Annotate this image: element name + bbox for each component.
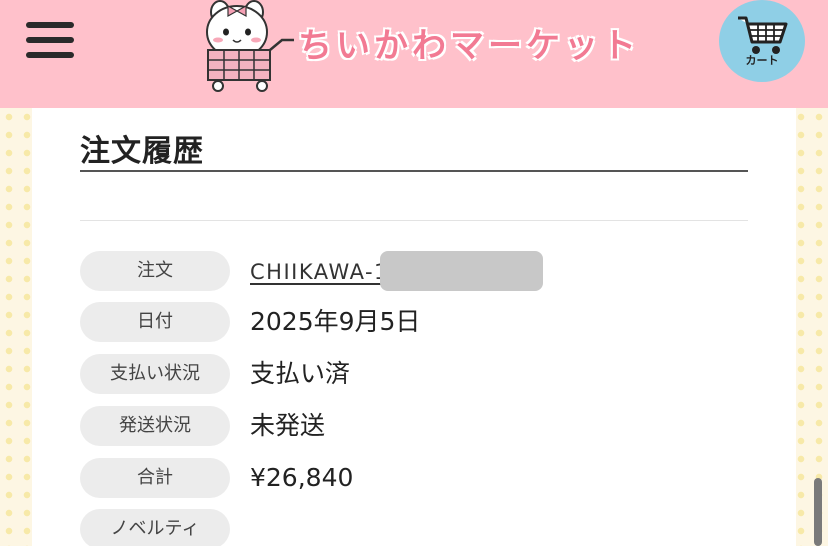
order-number-link[interactable]: CHIIKAWA-1 xyxy=(250,260,389,284)
field-label: 注文 xyxy=(80,251,230,291)
field-label: 支払い状況 xyxy=(80,354,230,394)
novelty-row: ノベルティ xyxy=(80,509,748,546)
order-number-row: 注文 CHIIKAWA-1 xyxy=(80,251,748,291)
field-label: 発送状況 xyxy=(80,406,230,446)
page-scrollbar[interactable] xyxy=(814,478,822,546)
chiikawa-mascot-icon xyxy=(206,0,294,92)
cart-button[interactable]: カート xyxy=(719,0,805,82)
order-number-value: CHIIKAWA-1 xyxy=(250,251,389,291)
site-header: ちいかわマーケット カート xyxy=(0,0,828,108)
date-value: 2025年9月5日 xyxy=(250,307,421,336)
total-row: 合計 ¥26,840 xyxy=(80,458,748,498)
shipping-status-row: 発送状況 未発送 xyxy=(80,406,748,446)
field-label: ノベルティ xyxy=(80,509,230,546)
total-value: ¥26,840 xyxy=(250,463,354,492)
cart-label: カート xyxy=(745,54,779,67)
order-history-panel: 注文履歴 注文 CHIIKAWA-1 日付 2025年9月5日 支払い状況 支払… xyxy=(32,108,796,546)
hamburger-menu-icon[interactable] xyxy=(26,22,74,58)
page-title: 注文履歴 xyxy=(80,134,204,169)
site-logo[interactable]: ちいかわマーケット xyxy=(198,0,636,96)
title-divider xyxy=(80,170,748,172)
shipping-status-value: 未発送 xyxy=(250,411,326,440)
date-row: 日付 2025年9月5日 xyxy=(80,302,748,342)
logo-text: ちいかわマーケット xyxy=(298,26,640,66)
redaction-block xyxy=(380,251,543,291)
field-label: 合計 xyxy=(80,458,230,498)
payment-status-row: 支払い状況 支払い済 xyxy=(80,354,748,394)
shopping-cart-icon xyxy=(738,16,788,54)
payment-status-value: 支払い済 xyxy=(250,359,351,388)
field-label: 日付 xyxy=(80,302,230,342)
section-divider xyxy=(80,220,748,221)
